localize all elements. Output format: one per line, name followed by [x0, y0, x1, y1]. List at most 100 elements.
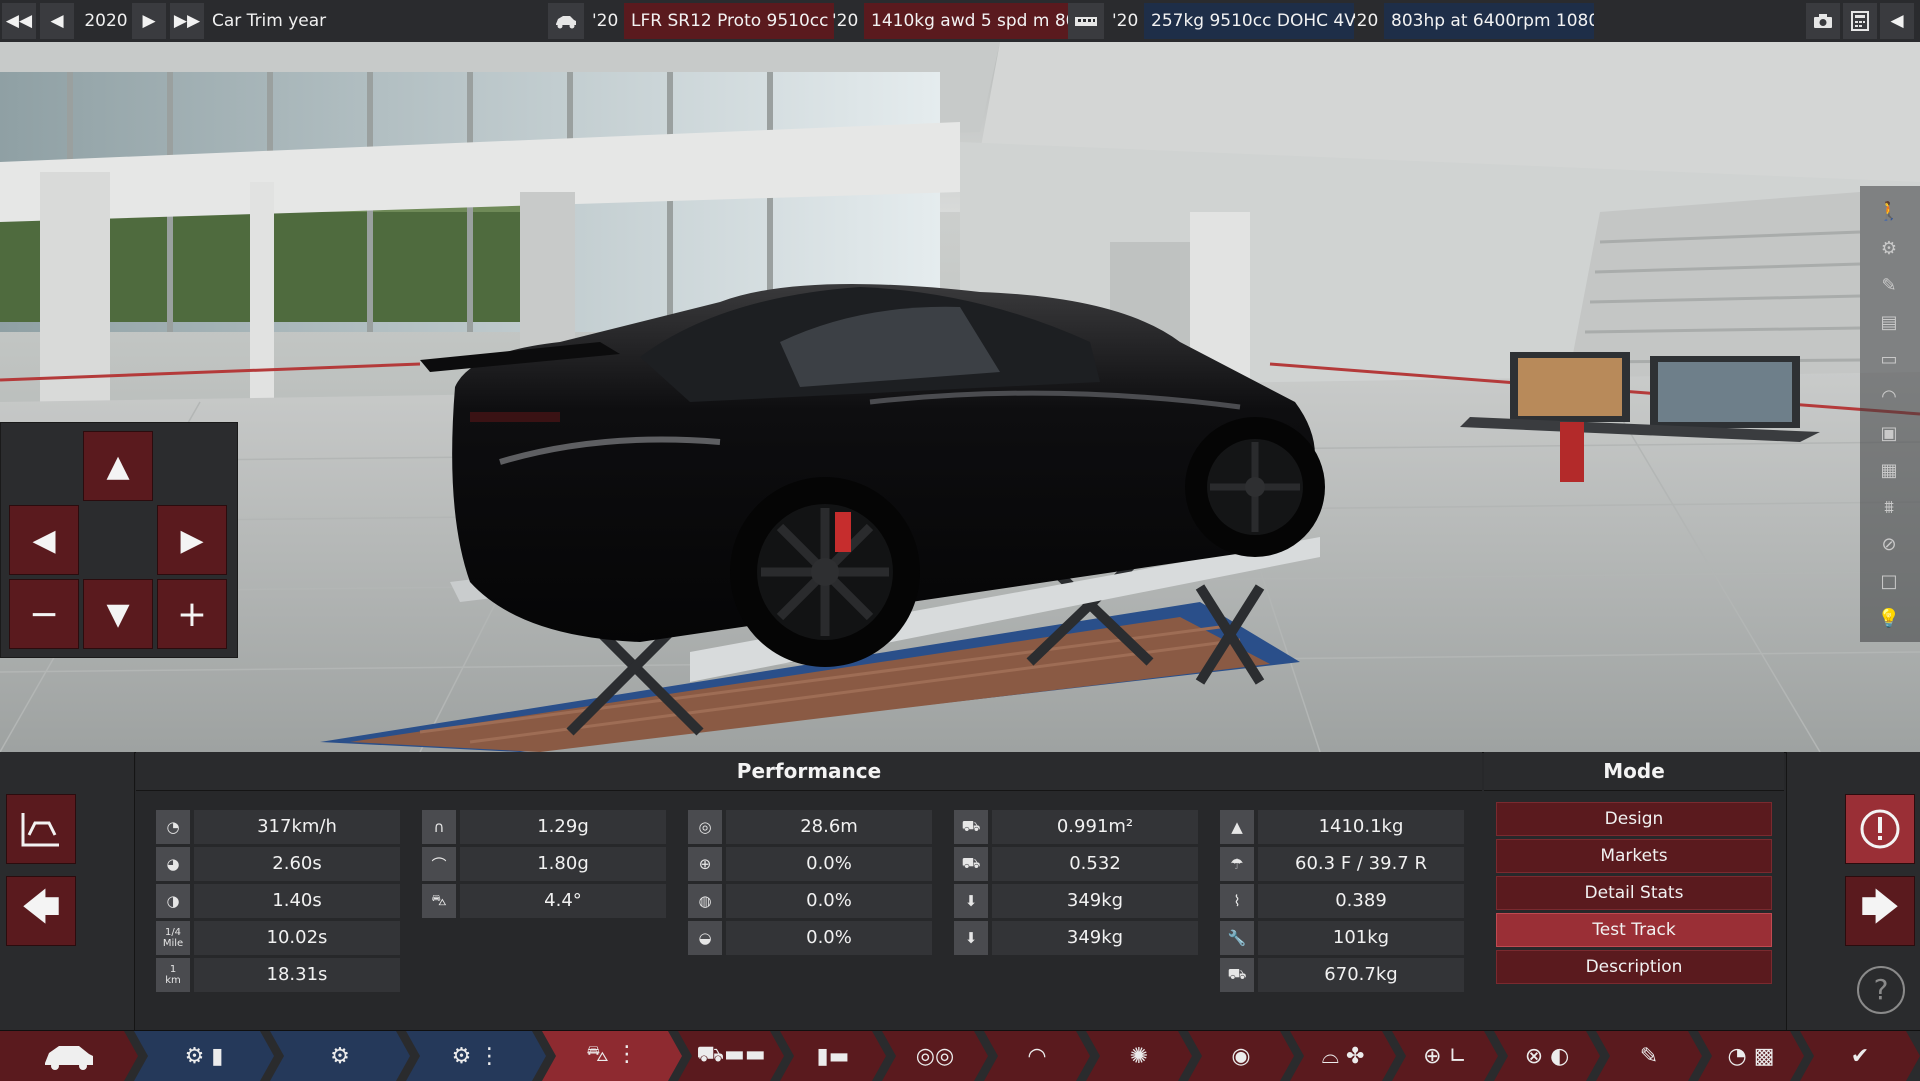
engine-variant-selector[interactable]: 803hp at 6400rpm 1080 [1384, 3, 1594, 39]
mode-design-button[interactable]: Design [1496, 802, 1772, 836]
car-model-icon[interactable] [548, 3, 584, 39]
stat-quarter-mile: 1/4 Mile 10.02s [156, 921, 400, 955]
stat-body-roll: ⛍ 4.4° [422, 884, 666, 918]
cornering-high-icon: ⌒ [422, 847, 456, 881]
stat-weight-distribution: ☂ 60.3 F / 39.7 R [1220, 847, 1464, 881]
interior-tab[interactable]: ⊕ ∟ [1392, 1031, 1498, 1081]
zoom-out-icon[interactable]: − [9, 579, 79, 649]
wheel-view-icon[interactable]: ⚙ [1874, 233, 1904, 263]
graph-icon[interactable] [6, 794, 76, 864]
camera-left-icon[interactable]: ◀ [9, 505, 79, 575]
help-icon[interactable]: ? [1857, 966, 1905, 1014]
stat-top-speed: ◔ 317km/h [156, 810, 400, 844]
stat-cargo: ⛟ 670.7kg [1220, 958, 1464, 992]
warning-icon[interactable] [1845, 794, 1915, 864]
engine-view-icon[interactable]: ▤ [1874, 307, 1904, 337]
stat-tools-weight: 🔧 101kg [1220, 921, 1464, 955]
trim-selector[interactable]: 1410kg awd 5 spd m 803 [864, 3, 1074, 39]
stat-front-downforce: ⬇ 349kg [954, 884, 1198, 918]
right-action-column: 🡆 ? [1786, 752, 1920, 1030]
trim-year: 2020 [84, 11, 128, 31]
back-button[interactable]: 🡄 [6, 876, 76, 946]
chassis-view-icon[interactable]: ▭ [1874, 344, 1904, 374]
engine-bottom-tab[interactable]: ⚙ [270, 1031, 410, 1081]
quarter-mile-icon: 1/4 Mile [156, 921, 190, 955]
engine-family-tab[interactable]: ⚙ ▮ [134, 1031, 274, 1081]
jump-last-icon[interactable]: ▶▶ [170, 3, 204, 39]
drag-coefficient-icon: ⛟ [954, 847, 988, 881]
acceleration-60-icon: ◑ [156, 884, 190, 918]
wheels-tab[interactable]: ✺ [1086, 1031, 1192, 1081]
camera-right-icon[interactable]: ▶ [157, 505, 227, 575]
fixtures-tab[interactable]: ✎ [1596, 1031, 1702, 1081]
stat-braking-distance: ◎ 28.6m [688, 810, 932, 844]
camera-control-pad: ▲ ◀ ▶ − ▼ + [0, 422, 238, 658]
weight-icon: ▲ [1220, 810, 1254, 844]
stat-weight: ▲ 1410.1kg [1220, 810, 1464, 844]
year-label: Car Trim year [212, 11, 327, 31]
mode-detail-stats-button[interactable]: Detail Stats [1496, 876, 1772, 910]
stat-rear-downforce: ⬇ 349kg [954, 921, 1198, 955]
calculator-icon[interactable] [1843, 3, 1877, 39]
mode-markets-button[interactable]: Markets [1496, 839, 1772, 873]
zoom-in-icon[interactable]: + [157, 579, 227, 649]
finish-tab[interactable]: ✔ [1800, 1031, 1920, 1081]
back-arrow-icon[interactable]: ◀ [1880, 3, 1914, 39]
mode-test-track-button[interactable]: Test Track [1496, 913, 1772, 947]
understeer-icon: ◒ [688, 921, 722, 955]
cargo-icon: ⛟ [1220, 958, 1254, 992]
stat-acceleration-60: ◑ 1.40s [156, 884, 400, 918]
camera-up-icon[interactable]: ▲ [83, 431, 153, 501]
paint-icon[interactable]: ✎ [1874, 270, 1904, 300]
disable-icon[interactable]: ⊘ [1874, 529, 1904, 559]
next-button[interactable]: 🡆 [1845, 876, 1915, 946]
stat-frontal-area: ⛟ 0.991m² [954, 810, 1198, 844]
stat-cornering-low: ∩ 1.29g [422, 810, 666, 844]
stat-drag-coefficient: ⛟ 0.532 [954, 847, 1198, 881]
brake-fade-icon: ⊕ [688, 847, 722, 881]
light-bulb-icon[interactable]: 💡 [1874, 603, 1904, 633]
stat-acceleration-100: ◕ 2.60s [156, 847, 400, 881]
tires-tab[interactable]: ◉ [1188, 1031, 1294, 1081]
one-km-icon: 1 km [156, 958, 190, 992]
lift-icon[interactable]: ⩩ [1874, 492, 1904, 522]
next-year-icon[interactable]: ▶ [132, 3, 166, 39]
jump-first-icon[interactable]: ◀◀ [2, 3, 36, 39]
car-body-tab[interactable] [0, 1031, 138, 1081]
trim-tab[interactable]: ⛍ ⋮ [542, 1031, 682, 1081]
cornering-low-icon: ∩ [422, 810, 456, 844]
camera-icon[interactable] [1806, 3, 1840, 39]
grille-view-icon[interactable]: ▦ [1874, 455, 1904, 485]
suspension-tab[interactable]: ▮▬ [780, 1031, 886, 1081]
performance-title: Performance [136, 752, 1482, 791]
stat-understeer: ◒ 0.0% [688, 921, 932, 955]
model-selector[interactable]: LFR SR12 Proto 9510cc V [624, 3, 834, 39]
engine-top-tab[interactable]: ⚙ ⋮ [406, 1031, 546, 1081]
showroom-viewport[interactable] [0, 42, 1920, 752]
engine-family-selector[interactable]: 257kg 9510cc DOHC 4V [1144, 3, 1354, 39]
mode-title: Mode [1484, 752, 1784, 791]
chassis-tab[interactable]: ⛟▬▬ [678, 1031, 784, 1081]
interior-view-icon[interactable]: ▣ [1874, 418, 1904, 448]
stat-brake-fade: ⊕ 0.0% [688, 847, 932, 881]
driver-icon[interactable]: 🚶 [1874, 196, 1904, 226]
tools-weight-icon: 🔧 [1220, 921, 1254, 955]
body-view-icon[interactable]: ◠ [1874, 381, 1904, 411]
mode-description-button[interactable]: Description [1496, 950, 1772, 984]
frame-icon[interactable]: □ [1874, 566, 1904, 596]
assists-tab[interactable]: ⊗ ◐ [1494, 1031, 1600, 1081]
design-stage-nav: ⚙ ▮ ⚙ ⚙ ⋮ ⛍ ⋮ ⛟▬▬ ▮▬ ◎◎ ◠ ✺ ◉ ⌓ ✤ ⊕ ∟ ⊗ … [0, 1030, 1920, 1081]
left-action-column: 🡄 [0, 752, 135, 1030]
engine-icon[interactable] [1068, 3, 1104, 39]
brakes-tab[interactable]: ◠ [984, 1031, 1090, 1081]
test-track-tab[interactable]: ◔ ▩ [1698, 1031, 1804, 1081]
rear-downforce-icon: ⬇ [954, 921, 988, 955]
drivetrain-tab[interactable]: ◎◎ [882, 1031, 988, 1081]
previous-year-icon[interactable]: ◀ [40, 3, 74, 39]
stat-one-km: 1 km 18.31s [156, 958, 400, 992]
camera-down-icon[interactable]: ▼ [83, 579, 153, 649]
showroom-scene-image [0, 42, 1920, 752]
aero-tab[interactable]: ⌓ ✤ [1290, 1031, 1396, 1081]
stat-cornering-high: ⌒ 1.80g [422, 847, 666, 881]
braking-distance-icon: ◎ [688, 810, 722, 844]
